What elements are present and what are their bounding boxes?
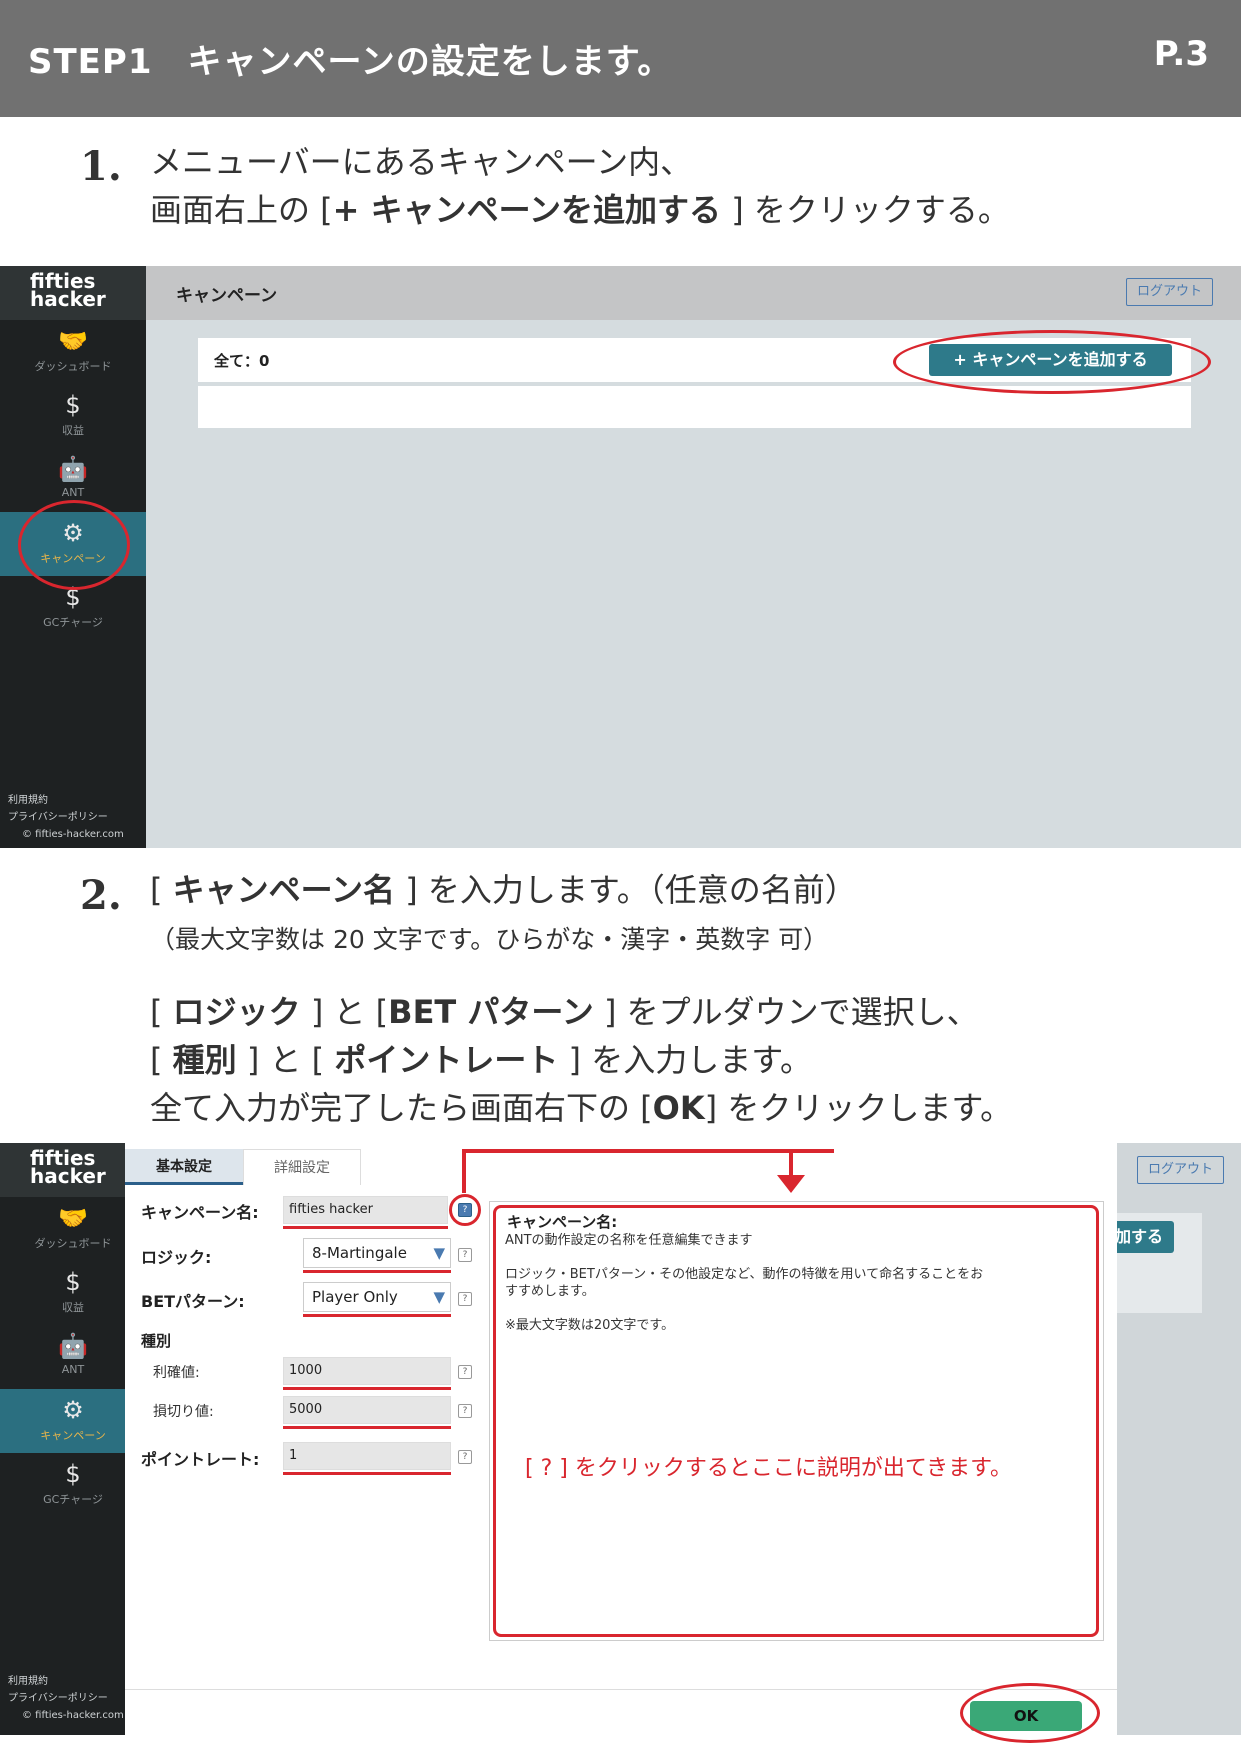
step1-line2: 画面右上の [+ キャンペーンを追加する ] をクリックする。: [150, 191, 1010, 229]
stop-loss-help-button[interactable]: ?: [458, 1404, 472, 1418]
page-title: キャンペーン: [176, 286, 278, 306]
bet-pattern-select[interactable]: Player Only ▼: [303, 1282, 451, 1312]
step-title: STEP1 キャンペーンの設定をします。: [28, 42, 673, 82]
app-logo: fifties hacker: [0, 266, 146, 320]
step2-line2: （最大文字数は 20 文字です。ひらがな・漢字・英数字 可）: [150, 925, 829, 954]
privacy-link[interactable]: プライバシーポリシー: [8, 1690, 124, 1707]
logic-help-button[interactable]: ?: [458, 1248, 472, 1262]
help-title: キャンペーン名:: [507, 1213, 618, 1231]
take-profit-help-button[interactable]: ?: [458, 1365, 472, 1379]
privacy-link[interactable]: プライバシーポリシー: [8, 809, 124, 826]
highlight-circle-help: [449, 1194, 481, 1226]
tab-advanced-settings[interactable]: 詳細設定: [243, 1149, 361, 1185]
logout-button[interactable]: ログアウト: [1126, 278, 1213, 306]
highlight-circle-sidebar: [18, 500, 130, 590]
bg-card: 加する: [1104, 1213, 1202, 1313]
step2-line1: [ キャンペーン名 ] を入力します。（任意の名前）: [150, 871, 857, 909]
bet-pattern-help-button[interactable]: ?: [458, 1292, 472, 1306]
stop-loss-label: 損切り値:: [153, 1404, 214, 1420]
modal-footer-divider: [125, 1689, 1117, 1690]
point-rate-help-button[interactable]: ?: [458, 1450, 472, 1464]
highlight-circle-ok: [960, 1683, 1100, 1743]
take-profit-label: 利確値:: [153, 1365, 200, 1381]
stop-loss-input[interactable]: 5000: [283, 1396, 451, 1424]
top-bar: キャンペーン ログアウト: [146, 266, 1241, 320]
handshake-icon: 🤝: [58, 327, 88, 355]
dropdown-arrow-icon: ▼: [433, 1288, 445, 1306]
arrow-vertical-left: [462, 1149, 466, 1193]
highlight-circle-add-button: [893, 330, 1211, 394]
point-rate-input[interactable]: 1: [283, 1442, 451, 1470]
campaign-form-screenshot: fifties hacker 🤝 ダッシュボード $ 収益 🤖 ANT ⚙ キャンペーン …: [0, 1143, 1241, 1743]
step2-line4: [ 種別 ] と [ ポイントレート ] を入力します。: [150, 1041, 812, 1079]
arrow-vertical-right: [789, 1149, 793, 1177]
tab-basic-settings[interactable]: 基本設定: [125, 1149, 243, 1185]
campaign-name-input[interactable]: fifties hacker: [283, 1196, 448, 1224]
robot-icon: 🤖: [58, 455, 88, 483]
head-gear-icon: ⚙: [62, 1396, 84, 1424]
campaign-name-label: キャンペーン名:: [141, 1203, 259, 1222]
help-note: [ ? ] をクリックするとここに説明が出てきます。: [525, 1456, 1012, 1481]
point-rate-label: ポイントレート:: [141, 1450, 260, 1469]
step2-line3: [ ロジック ] と [BET パターン ] をプルダウンで選択し、: [150, 993, 979, 1031]
logic-label: ロジック:: [141, 1248, 212, 1267]
terms-link[interactable]: 利用規約: [8, 1673, 124, 1690]
underline-highlight: [303, 1314, 451, 1317]
underline-highlight: [283, 1426, 451, 1429]
step2-number: 2.: [80, 872, 122, 919]
type-label: 種別: [141, 1332, 172, 1350]
underline-highlight: [303, 1270, 451, 1273]
step2-line5: 全て入力が完了したら画面右下の [OK] をクリックします。: [150, 1089, 1013, 1127]
coin-hand-icon: $: [65, 1460, 81, 1488]
sidebar-item-revenue[interactable]: $ 収益: [0, 384, 146, 448]
sidebar-footer: 利用規約 プライバシーポリシー © fifties-hacker.com: [8, 792, 124, 843]
step1-line2-bold: + キャンペーンを追加する: [332, 191, 722, 229]
logic-select[interactable]: 8-Martingale ▼: [303, 1238, 451, 1268]
take-profit-input[interactable]: 1000: [283, 1357, 451, 1385]
arrow-head-icon: [777, 1175, 805, 1193]
campaign-count: 全て：0: [214, 352, 270, 370]
step1-number: 1.: [80, 143, 122, 190]
underline-highlight: [283, 1472, 451, 1475]
sidebar-item-dashboard[interactable]: 🤝 ダッシュボード: [0, 320, 146, 384]
page-number: P.3: [1153, 34, 1209, 74]
handshake-icon: 🤝: [58, 1204, 88, 1232]
arrow-horizontal: [462, 1149, 834, 1153]
terms-link[interactable]: 利用規約: [8, 792, 124, 809]
campaign-list-screenshot: fifties hacker 🤝 ダッシュボード $ 収益 🤖 ANT ⚙ キャンペーン …: [0, 266, 1241, 848]
bet-pattern-label: BETパターン:: [141, 1292, 245, 1311]
bg-logout-button: ログアウト: [1137, 1156, 1224, 1184]
page-header-banner: STEP1 キャンペーンの設定をします。 P.3: [0, 0, 1241, 117]
campaign-settings-modal: 基本設定 詳細設定 キャンペーン名: fifties hacker ? ロジック…: [125, 1143, 1117, 1743]
money-bag-icon: $: [65, 1268, 81, 1296]
underline-highlight: [283, 1226, 448, 1229]
step1-line1: メニューバーにあるキャンペーン内、: [150, 143, 693, 181]
copyright: © fifties-hacker.com: [22, 829, 124, 840]
underline-highlight: [283, 1387, 451, 1390]
sidebar-footer: 利用規約 プライバシーポリシー © fifties-hacker.com: [8, 1673, 124, 1724]
money-bag-icon: $: [65, 391, 81, 419]
robot-icon: 🤖: [58, 1332, 88, 1360]
copyright: © fifties-hacker.com: [22, 1710, 124, 1721]
help-text: ANTの動作設定の名称を任意編集できます ロジック・BETパターン・その他設定な…: [505, 1233, 984, 1333]
dropdown-arrow-icon: ▼: [433, 1244, 445, 1262]
